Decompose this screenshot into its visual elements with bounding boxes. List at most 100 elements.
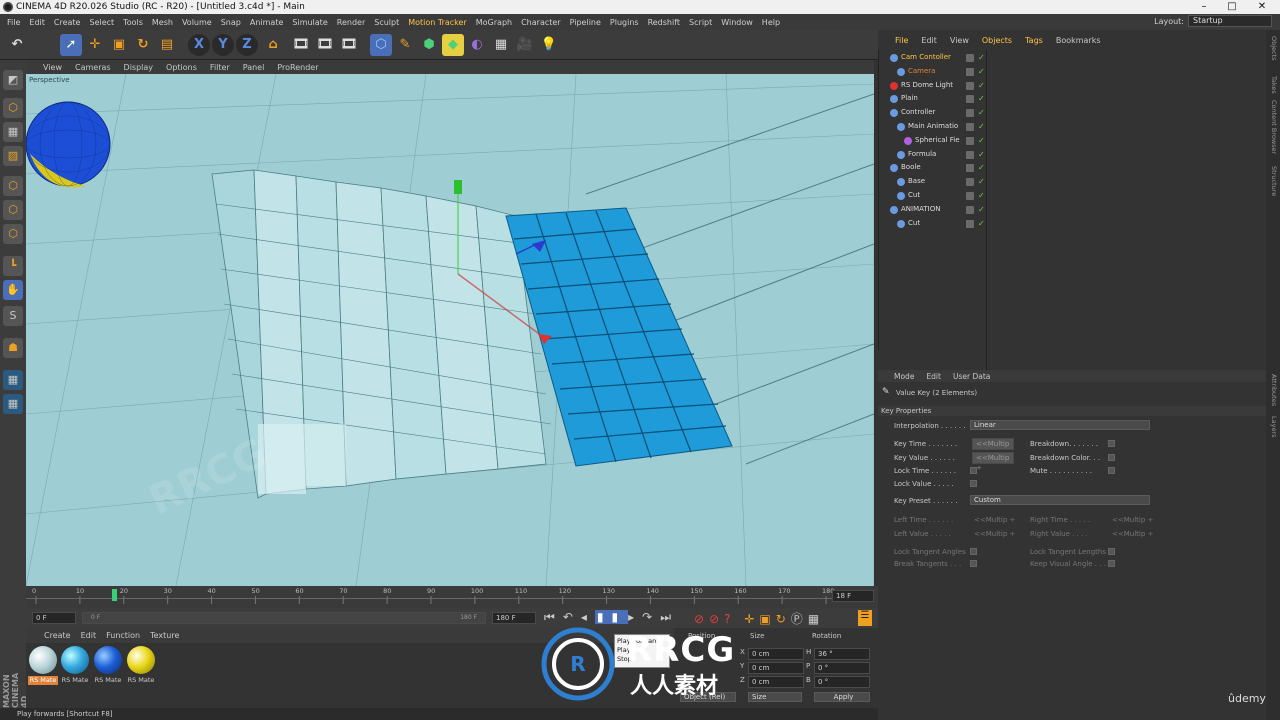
enabled-check-icon[interactable]: ✓ <box>978 120 985 133</box>
render-settings-icon[interactable]: 🎞 <box>338 34 360 56</box>
play-forwards-icon[interactable]: ▮▮ <box>594 610 629 624</box>
visibility-toggle[interactable] <box>966 164 974 173</box>
menu-snap[interactable]: Snap <box>221 18 241 27</box>
locked-workplane-icon[interactable]: ▦ <box>3 394 23 414</box>
object-row[interactable]: Cam Contoller ✓ <box>882 51 1262 65</box>
viewport-menu-view[interactable]: View <box>43 63 62 72</box>
light-icon[interactable]: 💡 <box>538 34 560 56</box>
viewport-menu-cameras[interactable]: Cameras <box>75 63 111 72</box>
lock-value-checkbox[interactable] <box>970 480 977 487</box>
start-frame-field[interactable]: 0 F <box>32 612 76 624</box>
material-swatch[interactable] <box>94 646 122 674</box>
go-to-start-icon[interactable]: ⏮ <box>544 610 563 624</box>
rotate-icon[interactable]: ↻ <box>132 34 154 56</box>
object-row[interactable]: Plain ✓ <box>882 92 1262 106</box>
object-row[interactable]: Camera ✓ <box>882 65 1262 79</box>
next-key-icon[interactable]: ↷ <box>642 610 660 624</box>
y-axis-icon[interactable]: Y <box>212 34 234 56</box>
material-swatch[interactable] <box>29 646 57 674</box>
size-z-field[interactable]: 0 cm <box>748 676 804 688</box>
object-row[interactable]: Boole ✓ <box>882 161 1262 175</box>
menu-window[interactable]: Window <box>721 18 753 27</box>
last-tool-icon[interactable]: ▤ <box>156 34 178 56</box>
key-value-field[interactable]: <<Multip ÷ <box>972 452 1014 472</box>
enabled-check-icon[interactable]: ✓ <box>978 79 985 92</box>
menu-script[interactable]: Script <box>689 18 712 27</box>
material-menu-create[interactable]: Create <box>44 631 71 640</box>
render-view-icon[interactable]: 🎞 <box>290 34 312 56</box>
menu-help[interactable]: Help <box>762 18 780 27</box>
3d-viewport[interactable]: Perspective RRCG <box>26 74 874 586</box>
prev-key-icon[interactable]: ↶ <box>563 610 581 624</box>
menu-volume[interactable]: Volume <box>182 18 212 27</box>
visibility-toggle[interactable] <box>966 95 974 104</box>
lock-tangent-angles-checkbox[interactable] <box>970 548 977 555</box>
grid-icon[interactable]: ▦ <box>3 370 23 390</box>
visibility-toggle[interactable] <box>966 54 974 62</box>
menu-tools[interactable]: Tools <box>123 18 143 27</box>
viewport-menu-display[interactable]: Display <box>124 63 154 72</box>
move-select-icon[interactable]: ➚ <box>60 34 82 56</box>
next-frame-icon[interactable]: ▸ <box>628 610 642 624</box>
object-row[interactable]: Cut ✓ <box>882 189 1262 203</box>
points-mode-icon[interactable]: ⬡ <box>3 176 23 196</box>
enabled-check-icon[interactable]: ✓ <box>978 148 985 161</box>
minimize-button[interactable]: – <box>1190 0 1218 14</box>
menu-mograph[interactable]: MoGraph <box>476 18 512 27</box>
material-swatch[interactable] <box>127 646 155 674</box>
sculpt-icon[interactable]: ☗ <box>3 338 23 358</box>
end-frame-field[interactable]: 180 F <box>492 612 536 624</box>
maximize-button[interactable]: □ <box>1218 0 1246 14</box>
visibility-toggle[interactable] <box>966 192 974 200</box>
viewport-menu-options[interactable]: Options <box>166 63 197 72</box>
workplane-icon[interactable]: ▨ <box>3 146 23 166</box>
enabled-check-icon[interactable]: ✓ <box>978 134 985 147</box>
coord-size-mode-dropdown[interactable]: Size <box>748 692 802 702</box>
layout-selector[interactable]: Layout: Startup <box>1154 15 1272 27</box>
material-menu-edit[interactable]: Edit <box>81 631 97 640</box>
tweak-icon[interactable]: ✋ <box>3 280 23 300</box>
polygons-mode-icon[interactable]: ⬡ <box>3 224 23 244</box>
menu-animate[interactable]: Animate <box>250 18 284 27</box>
menu-edit[interactable]: Edit <box>29 18 45 27</box>
lock-tangent-lengths-checkbox[interactable] <box>1108 548 1115 555</box>
menu-mesh[interactable]: Mesh <box>152 18 173 27</box>
pen-icon[interactable]: ✎ <box>394 34 416 56</box>
deformer-icon[interactable]: ◐ <box>466 34 488 56</box>
size-y-field[interactable]: 0 cm <box>748 662 804 674</box>
camera-icon[interactable]: 🎥 <box>514 34 536 56</box>
tab-layers[interactable]: Layers <box>1268 416 1278 438</box>
object-row[interactable]: ANIMATION ✓ <box>882 203 1262 217</box>
obj-menu-bookmarks[interactable]: Bookmarks <box>1056 36 1101 45</box>
obj-menu-objects[interactable]: Objects <box>982 36 1012 45</box>
timeline-menu-icon[interactable]: ☰ <box>858 610 872 626</box>
position-key-icon[interactable]: ✛ <box>744 612 759 626</box>
render-picture-viewer-icon[interactable]: 🎞 <box>314 34 336 56</box>
attr-menu-mode[interactable]: Mode <box>894 372 914 381</box>
viewport-menu-panel[interactable]: Panel <box>243 63 265 72</box>
subdivision-icon[interactable]: ⬢ <box>418 34 440 56</box>
enabled-check-icon[interactable]: ✓ <box>978 65 985 78</box>
visibility-toggle[interactable] <box>966 150 974 159</box>
object-row[interactable]: RS Dome Light ✓ <box>882 79 1262 93</box>
preview-range-slider[interactable]: 0 F 180 F <box>82 612 486 624</box>
menu-sculpt[interactable]: Sculpt <box>374 18 399 27</box>
tab-content-browser[interactable]: Content Browser <box>1268 100 1278 154</box>
enabled-check-icon[interactable]: ✓ <box>978 217 985 230</box>
enabled-check-icon[interactable]: ✓ <box>978 175 985 188</box>
floor-icon[interactable]: ▦ <box>490 34 512 56</box>
menu-create[interactable]: Create <box>54 18 81 27</box>
menu-redshift[interactable]: Redshift <box>648 18 680 27</box>
material-swatch[interactable] <box>61 646 89 674</box>
enabled-check-icon[interactable]: ✓ <box>978 106 985 119</box>
break-tangents-checkbox[interactable] <box>970 560 977 567</box>
scale-key-icon[interactable]: ▣ <box>759 612 775 626</box>
key-time-field[interactable]: <<Multip ÷ <box>972 438 1014 458</box>
interpolation-dropdown[interactable]: Linear <box>970 420 1150 430</box>
enabled-check-icon[interactable]: ✓ <box>978 161 985 174</box>
tab-objects[interactable]: Objects <box>1268 36 1278 61</box>
visibility-toggle[interactable] <box>966 81 974 90</box>
rotation-h-field[interactable]: 36 ° <box>814 648 870 660</box>
menu-render[interactable]: Render <box>337 18 365 27</box>
obj-menu-file[interactable]: File <box>895 36 908 45</box>
